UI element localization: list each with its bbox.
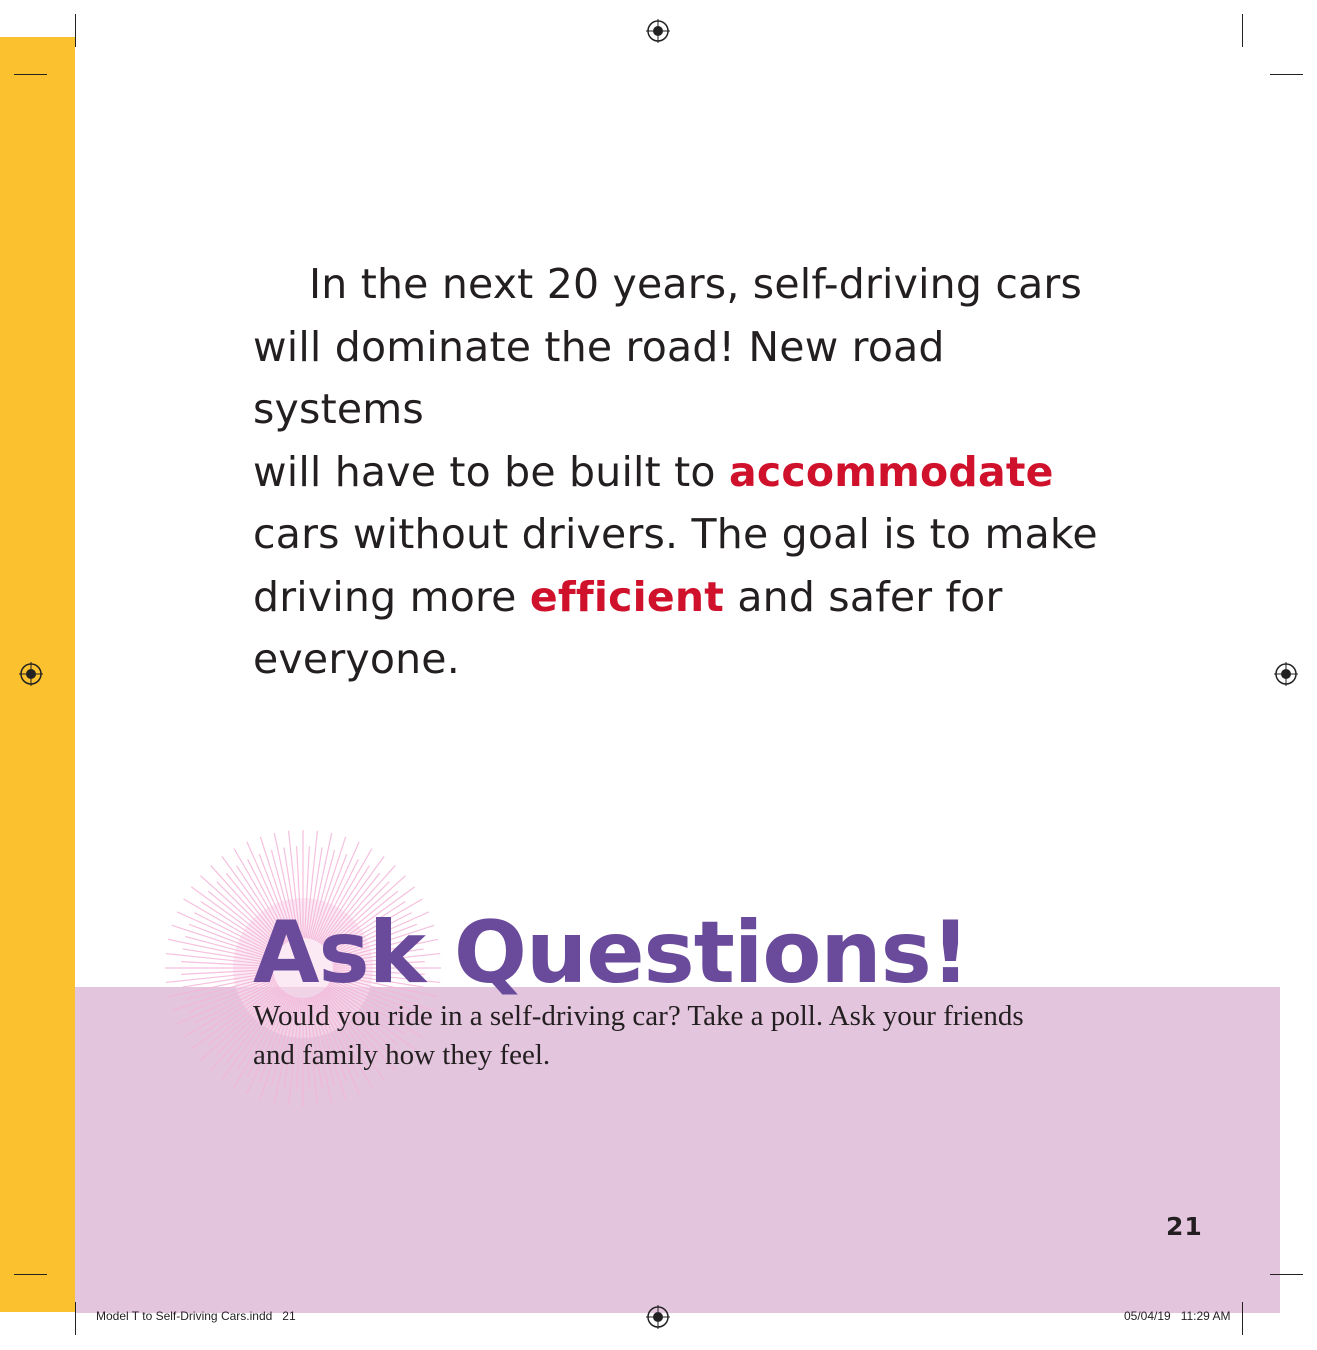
crop-mark: [1242, 14, 1243, 47]
vocab-word-accommodate: accommodate: [728, 447, 1054, 496]
body-line: driving more efficient and safer for: [253, 566, 1113, 629]
ask-questions-text: Would you ride in a self-driving car? Ta…: [253, 997, 1133, 1075]
body-paragraph: In the next 20 years, self-driving cars …: [253, 253, 1113, 691]
ask-questions-line: and family how they feel.: [253, 1039, 551, 1071]
crop-mark: [1270, 74, 1303, 75]
slug-date-info: 05/04/19 11:29 AM: [1124, 1309, 1231, 1323]
crop-mark: [1270, 1274, 1303, 1275]
crop-mark: [75, 1302, 76, 1335]
vocab-word-efficient: efficient: [529, 572, 725, 621]
body-line: cars without drivers. The goal is to mak…: [253, 510, 1098, 558]
registration-mark-icon: [646, 1305, 670, 1329]
body-text-run: will have to be built to: [253, 447, 729, 496]
body-line: will have to be built to accommodate: [253, 441, 1113, 504]
crop-mark: [14, 1274, 47, 1275]
crop-mark: [14, 74, 47, 75]
body-text-run: driving more: [253, 572, 530, 621]
body-text-run: and safer for: [724, 572, 1003, 621]
crop-mark: [75, 14, 76, 47]
ask-questions-title: Ask Questions!: [253, 903, 970, 1003]
registration-mark-icon: [1274, 662, 1298, 686]
ask-questions-line: Would you ride in a self-driving car? Ta…: [253, 1000, 1024, 1032]
crop-mark: [1242, 1302, 1243, 1335]
registration-mark-icon: [646, 19, 670, 43]
body-line: will dominate the road! New road systems: [253, 322, 945, 434]
body-line: everyone.: [253, 635, 460, 683]
body-line: In the next 20 years, self-driving cars: [309, 260, 1083, 308]
page-number: 21: [1166, 1212, 1203, 1241]
slug-file-info: Model T to Self-Driving Cars.indd 21: [96, 1309, 296, 1323]
registration-mark-icon: [19, 662, 43, 686]
